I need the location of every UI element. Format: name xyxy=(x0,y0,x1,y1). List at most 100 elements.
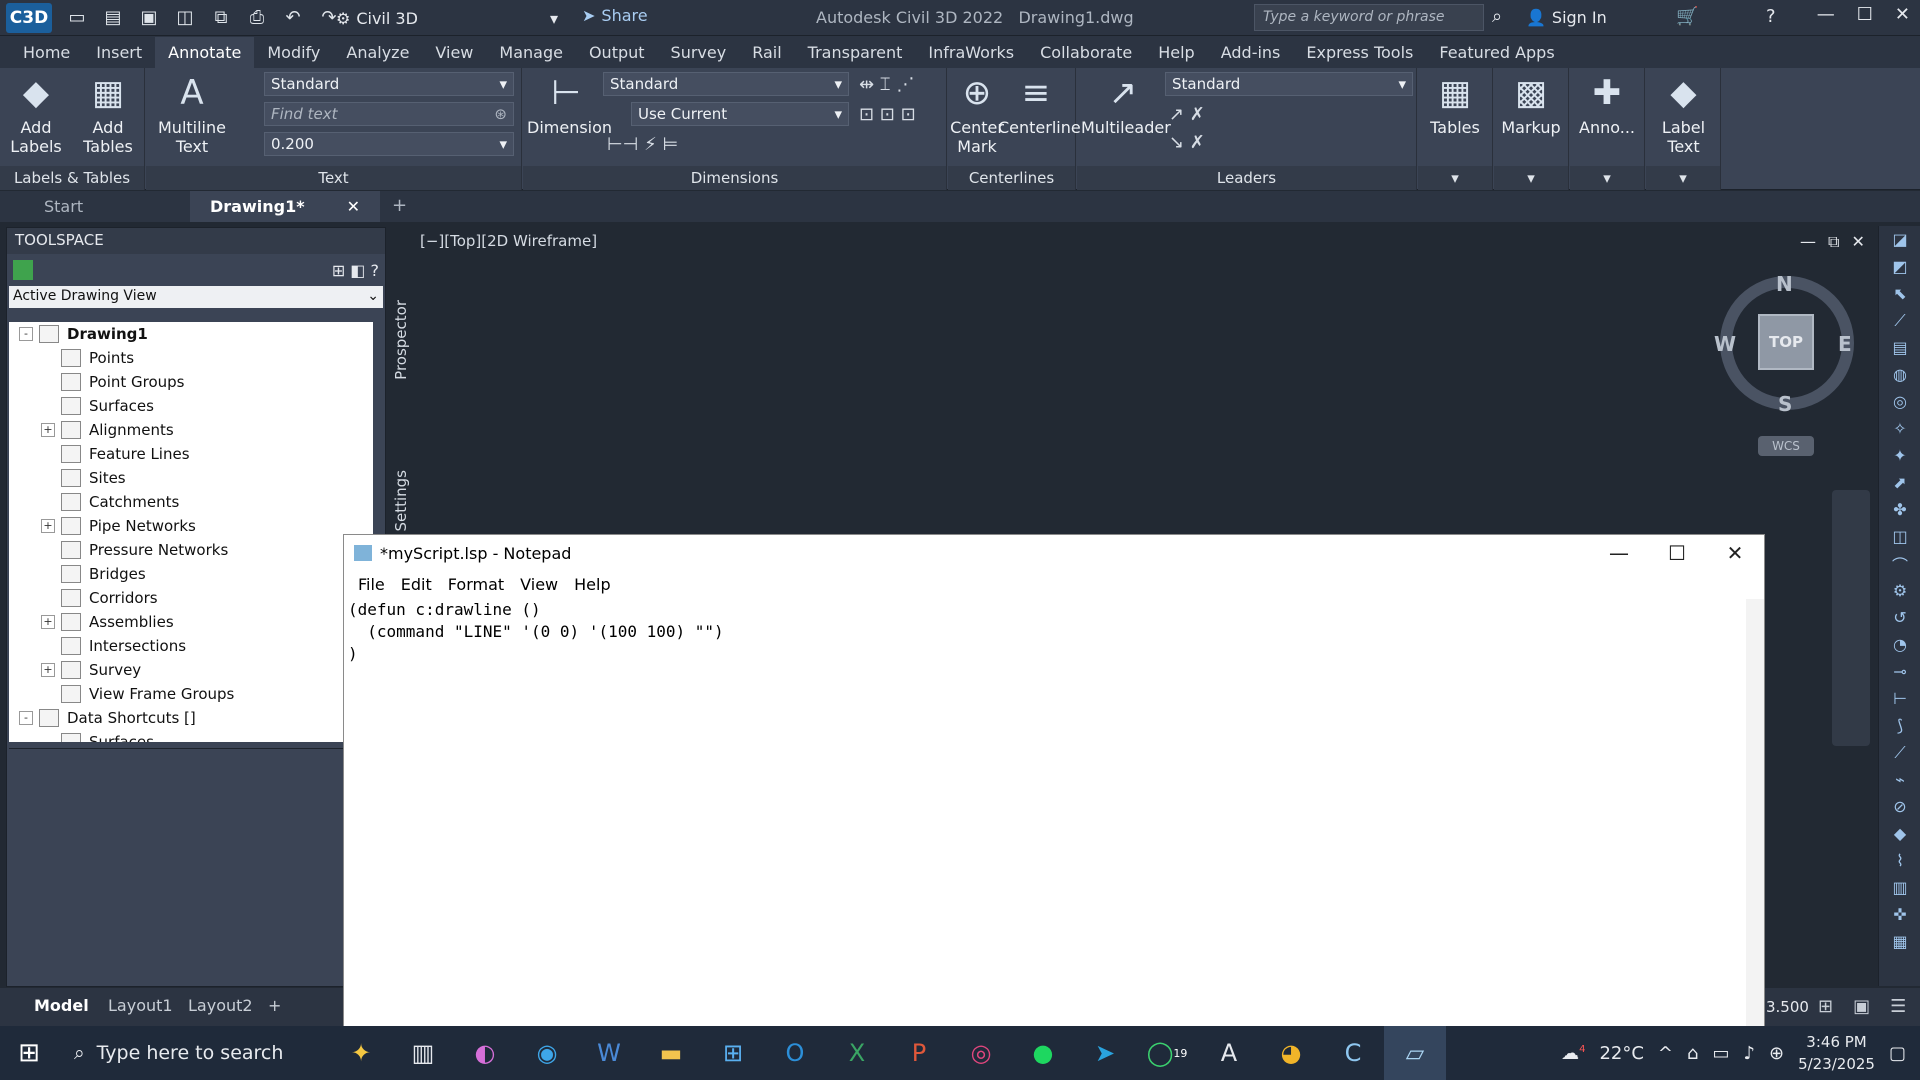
notepad-scrollbar[interactable] xyxy=(1746,599,1764,1029)
weather-icon[interactable]: ☁4 xyxy=(1561,1043,1585,1064)
expand-chevron-icon[interactable]: ▾ xyxy=(1570,166,1644,190)
text-height-select[interactable]: 0.200 ▾ xyxy=(264,132,514,156)
dim-tools-icon[interactable]: ⇹ ⌶ ⋰ xyxy=(859,74,914,95)
tree-item[interactable]: Corridors xyxy=(9,586,373,610)
add-labels-button[interactable]: ◆ Add Labels xyxy=(6,72,66,157)
tree-item[interactable]: + Survey xyxy=(9,658,373,682)
open-folder-icon[interactable]: ▤ xyxy=(100,4,126,30)
notepad-taskbar-icon[interactable]: ▱ xyxy=(1384,1026,1446,1080)
palette-icon[interactable]: ◔ xyxy=(1879,631,1920,658)
palette-icon[interactable]: ⌇ xyxy=(1879,847,1920,874)
expand-toggle-icon[interactable]: + xyxy=(41,663,55,677)
share-button[interactable]: ➤ Share xyxy=(582,6,648,25)
menu-edit[interactable]: Edit xyxy=(393,575,440,594)
chrome-icon[interactable]: ◕ xyxy=(1260,1026,1322,1080)
palette-icon[interactable]: ✜ xyxy=(1879,901,1920,928)
close-icon[interactable]: ✕ xyxy=(347,197,360,216)
palette-icon[interactable]: ⊢ xyxy=(1879,685,1920,712)
add-layout-icon[interactable]: + xyxy=(268,996,281,1015)
panel-label[interactable]: Text xyxy=(146,166,521,190)
maximize-icon[interactable]: ☐ xyxy=(1648,535,1706,571)
palette-icon[interactable]: ⟋ xyxy=(1879,739,1920,766)
restore-icon[interactable]: ⧉ xyxy=(1828,232,1839,252)
tree-item[interactable]: Catchments xyxy=(9,490,373,514)
new-tab-icon[interactable]: + xyxy=(380,189,419,222)
settings-vertical-tab[interactable]: Settings xyxy=(392,470,414,532)
tree-item[interactable]: - Drawing1 xyxy=(9,322,373,346)
outlook-icon[interactable]: O xyxy=(764,1026,826,1080)
palette-icon[interactable]: ⌁ xyxy=(1879,766,1920,793)
taskbar-search[interactable]: ⌕ Type here to search xyxy=(58,1026,330,1080)
palette-icon[interactable]: ▤ xyxy=(1879,334,1920,361)
new-file-icon[interactable]: ▭ xyxy=(64,4,90,30)
autocad-icon[interactable]: A xyxy=(1198,1026,1260,1080)
notifications-icon[interactable]: ▢ xyxy=(1889,1043,1906,1064)
expand-chevron-icon[interactable]: ▾ xyxy=(1418,166,1492,190)
close-icon[interactable]: ✕ xyxy=(1851,232,1864,252)
civil3d-taskbar-icon[interactable]: C xyxy=(1322,1026,1384,1080)
compass-north[interactable]: N xyxy=(1776,272,1793,296)
minimize-icon[interactable]: — xyxy=(1817,4,1835,25)
palette-icon[interactable]: ▦ xyxy=(1879,928,1920,955)
file-explorer-icon[interactable]: ▬ xyxy=(640,1026,702,1080)
centerline-button[interactable]: ≡ Centerline xyxy=(998,72,1081,138)
windows-start-icon[interactable]: ⊞ xyxy=(0,1026,58,1080)
tab-annotate[interactable]: Annotate xyxy=(155,36,255,68)
text-style-select[interactable]: Standard ▾ xyxy=(264,72,514,96)
markup-button[interactable]: ▩ Markup xyxy=(1500,72,1562,138)
print-icon[interactable]: ⎙ xyxy=(244,4,270,30)
tree-item[interactable]: + Alignments xyxy=(9,418,373,442)
leader-add-icon[interactable]: ↗ ✗ xyxy=(1169,104,1205,125)
expand-chevron-icon[interactable]: ▾ xyxy=(1494,166,1568,190)
tab-collaborate[interactable]: Collaborate xyxy=(1027,37,1145,68)
clock[interactable]: 3:46 PM 5/23/2025 xyxy=(1798,1031,1875,1075)
copilot-sparkle-icon[interactable]: ✦ xyxy=(330,1026,392,1080)
tree-item[interactable]: + Pipe Networks xyxy=(9,514,373,538)
tab-home[interactable]: Home xyxy=(10,37,83,68)
globe-icon[interactable]: ◎ xyxy=(1879,388,1920,415)
cart-icon[interactable]: 🛒 xyxy=(1676,6,1698,27)
expand-toggle-icon[interactable]: + xyxy=(41,423,55,437)
tree-item[interactable]: Surfaces xyxy=(9,394,373,418)
sign-in-button[interactable]: 👤 Sign In xyxy=(1526,8,1607,27)
multiline-text-button[interactable]: A Multiline Text xyxy=(152,72,232,157)
powerpoint-icon[interactable]: P xyxy=(888,1026,950,1080)
active-drawing-view-select[interactable]: Active Drawing View ⌄ xyxy=(9,286,383,308)
menu-format[interactable]: Format xyxy=(440,575,512,594)
chevron-up-icon[interactable]: ^ xyxy=(1658,1043,1673,1064)
language-icon[interactable]: ⊕ xyxy=(1769,1043,1784,1064)
undo-icon[interactable]: ↶ xyxy=(280,4,306,30)
tab-transparent[interactable]: Transparent xyxy=(795,37,916,68)
task-view-icon[interactable]: ▥ xyxy=(392,1026,454,1080)
close-icon[interactable]: ✕ xyxy=(1706,535,1764,571)
instagram-icon[interactable]: ◎ xyxy=(950,1026,1012,1080)
compass-east[interactable]: E xyxy=(1838,332,1852,356)
notepad-title-bar[interactable]: *myScript.lsp - Notepad xyxy=(344,535,1764,571)
tab-rail[interactable]: Rail xyxy=(739,37,794,68)
palette-icon[interactable]: ✧ xyxy=(1879,415,1920,442)
panel-label[interactable]: Labels & Tables xyxy=(0,166,144,190)
palette-icon[interactable]: ⟆ xyxy=(1879,712,1920,739)
tab-start[interactable]: Start xyxy=(0,191,190,222)
tree-item[interactable]: - Data Shortcuts [] xyxy=(9,706,373,730)
tab-output[interactable]: Output xyxy=(576,37,658,68)
word-icon[interactable]: W xyxy=(578,1026,640,1080)
tree-item[interactable]: Bridges xyxy=(9,562,373,586)
globe-icon[interactable]: ◍ xyxy=(1879,361,1920,388)
store-icon[interactable]: ⊞ xyxy=(702,1026,764,1080)
workspace-icon[interactable]: ⊞ xyxy=(1818,996,1833,1017)
prospector-icon[interactable] xyxy=(13,260,33,280)
help-icon[interactable]: ? xyxy=(1766,6,1776,27)
edge-icon[interactable]: ◉ xyxy=(516,1026,578,1080)
dim-layer-select[interactable]: Use Current ▾ xyxy=(631,102,849,126)
tab-layout2[interactable]: Layout2 xyxy=(188,996,253,1015)
expand-toggle-icon[interactable]: + xyxy=(41,519,55,533)
palette-icon[interactable]: ⌒ xyxy=(1879,550,1920,577)
tab-express-tools[interactable]: Express Tools xyxy=(1293,37,1426,68)
temperature[interactable]: 22°C xyxy=(1599,1043,1643,1064)
tab-survey[interactable]: Survey xyxy=(658,37,740,68)
tab-addins[interactable]: Add-ins xyxy=(1208,37,1294,68)
palette-icon[interactable]: ✤ xyxy=(1879,496,1920,523)
notepad-text-area[interactable]: (defun c:drawline () (command "LINE" '(0… xyxy=(348,599,1744,1029)
menu-help[interactable]: Help xyxy=(566,575,618,594)
